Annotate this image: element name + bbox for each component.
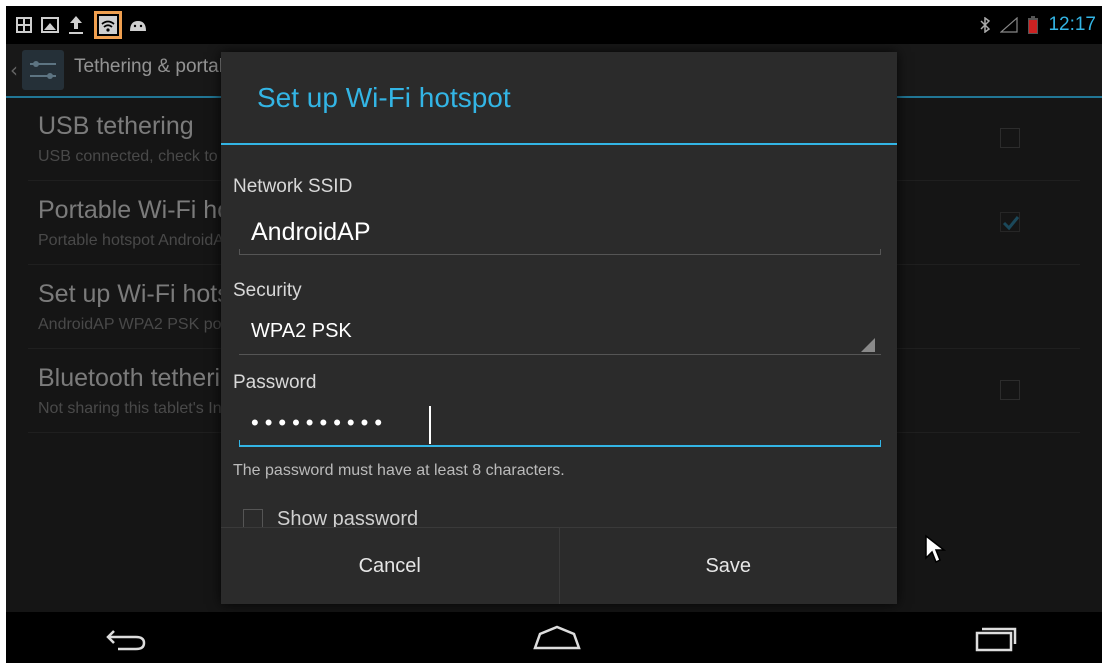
back-icon[interactable] <box>96 620 156 656</box>
ssid-underline <box>239 249 881 255</box>
android-screen: 12:17 ‹ Tethering & portable hotspot USB… <box>6 6 1102 663</box>
security-label: Security <box>233 280 302 301</box>
notification-icons <box>14 11 148 39</box>
screenshot-icon <box>40 15 60 35</box>
wifi-hotspot-icon-highlight <box>94 11 122 39</box>
show-password-checkbox[interactable] <box>243 509 263 529</box>
password-value: •••••••••• <box>251 410 389 435</box>
password-underline-focused <box>239 440 881 447</box>
dialog-button-bar: Cancel Save <box>221 527 897 604</box>
status-bar: 12:17 <box>6 6 1102 44</box>
text-cursor <box>429 406 431 444</box>
upload-icon <box>66 15 86 35</box>
password-label: Password <box>233 372 317 393</box>
bluetooth-icon <box>980 17 991 33</box>
security-underline <box>239 354 881 355</box>
status-clock: 12:17 <box>1048 14 1096 35</box>
dialog-title-divider <box>221 143 897 145</box>
battery-low-icon <box>1028 16 1039 34</box>
security-value: WPA2 PSK <box>251 320 352 342</box>
ssid-label: Network SSID <box>233 176 353 197</box>
wifi-hotspot-icon <box>99 16 117 34</box>
signal-icon <box>1000 17 1019 33</box>
ssid-field[interactable]: AndroidAP <box>239 212 881 256</box>
system-icons: 12:17 <box>980 12 1096 38</box>
security-spinner[interactable]: WPA2 PSK <box>239 314 881 355</box>
save-button[interactable]: Save <box>558 528 898 604</box>
recent-apps-icon[interactable] <box>966 620 1026 656</box>
password-hint: The password must have at least 8 charac… <box>233 462 565 479</box>
android-icon <box>128 15 148 35</box>
home-icon[interactable] <box>527 620 587 656</box>
mouse-pointer-icon <box>925 534 946 564</box>
spinner-arrow-icon <box>861 338 875 352</box>
wifi-hotspot-dialog: Set up Wi-Fi hotspot Network SSID Androi… <box>221 52 897 604</box>
password-field[interactable]: •••••••••• <box>239 404 881 448</box>
cancel-button[interactable]: Cancel <box>221 528 559 604</box>
dialog-title: Set up Wi-Fi hotspot <box>257 82 511 113</box>
ssid-value: AndroidAP <box>251 218 371 246</box>
navigation-bar <box>6 612 1102 663</box>
gallery-icon <box>14 15 34 35</box>
